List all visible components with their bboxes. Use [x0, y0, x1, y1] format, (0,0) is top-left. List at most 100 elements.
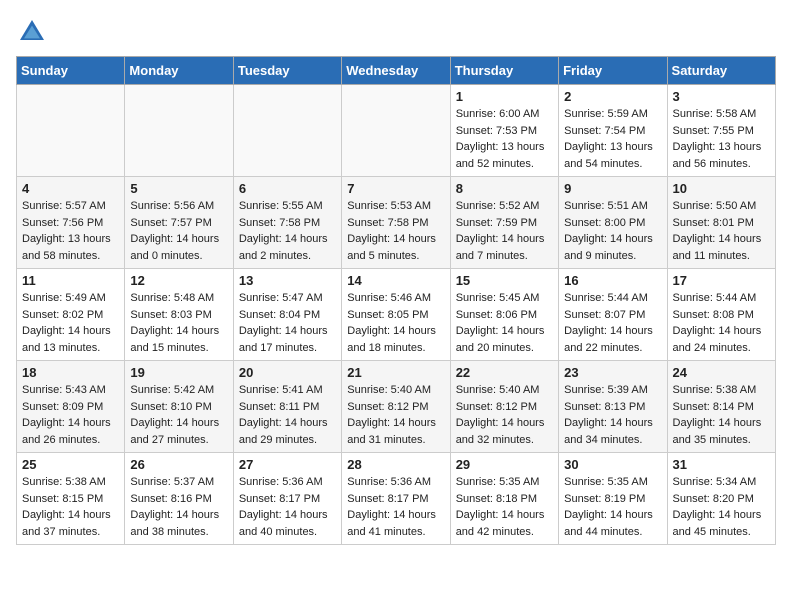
- week-row: 1 Sunrise: 6:00 AM Sunset: 7:53 PM Daylig…: [17, 85, 776, 177]
- day-number: 17: [673, 273, 770, 288]
- day-cell: 1 Sunrise: 6:00 AM Sunset: 7:53 PM Daylig…: [450, 85, 558, 177]
- day-number: 3: [673, 89, 770, 104]
- day-number: 18: [22, 365, 119, 380]
- day-info: Sunrise: 5:59 AM Sunset: 7:54 PM Dayligh…: [564, 106, 661, 172]
- day-info: Sunrise: 5:38 AM Sunset: 8:15 PM Dayligh…: [22, 474, 119, 540]
- day-cell: 21Sunrise: 5:40 AM Sunset: 8:12 PM Dayli…: [342, 361, 450, 453]
- day-number: 12: [130, 273, 227, 288]
- day-number: 8: [456, 181, 553, 196]
- day-cell: 12 Sunrise: 5:48 AM Sunset: 8:03 PM Dayli…: [125, 269, 233, 361]
- day-number: 5: [130, 181, 227, 196]
- day-cell: [125, 85, 233, 177]
- day-number: 28: [347, 457, 444, 472]
- col-header-tuesday: Tuesday: [233, 57, 341, 85]
- day-number: 30: [564, 457, 661, 472]
- calendar-table: SundayMondayTuesdayWednesdayThursdayFrid…: [16, 56, 776, 545]
- day-number: 7: [347, 181, 444, 196]
- day-info: Sunrise: 5:36 AM Sunset: 8:17 PM Dayligh…: [347, 474, 444, 540]
- day-info: Sunrise: 5:35 AM Sunset: 8:18 PM Dayligh…: [456, 474, 553, 540]
- week-row: 4 Sunrise: 5:57 AM Sunset: 7:56 PM Daylig…: [17, 177, 776, 269]
- day-cell: 26 Sunrise: 5:37 AM Sunset: 8:16 PM Dayli…: [125, 453, 233, 545]
- col-header-friday: Friday: [559, 57, 667, 85]
- day-info: Sunrise: 5:58 AM Sunset: 7:55 PM Dayligh…: [673, 106, 770, 172]
- day-number: 9: [564, 181, 661, 196]
- day-cell: 6 Sunrise: 5:55 AM Sunset: 7:58 PM Daylig…: [233, 177, 341, 269]
- col-header-thursday: Thursday: [450, 57, 558, 85]
- day-info: Sunrise: 5:48 AM Sunset: 8:03 PM Dayligh…: [130, 290, 227, 356]
- day-info: Sunrise: 5:37 AM Sunset: 8:16 PM Dayligh…: [130, 474, 227, 540]
- day-info: Sunrise: 5:43 AM Sunset: 8:09 PM Dayligh…: [22, 382, 119, 448]
- day-info: Sunrise: 5:47 AM Sunset: 8:04 PM Dayligh…: [239, 290, 336, 356]
- col-header-saturday: Saturday: [667, 57, 775, 85]
- day-cell: 2Sunrise: 5:59 AM Sunset: 7:54 PM Daylig…: [559, 85, 667, 177]
- day-cell: 14 Sunrise: 5:46 AM Sunset: 8:05 PM Dayli…: [342, 269, 450, 361]
- week-row: 25 Sunrise: 5:38 AM Sunset: 8:15 PM Dayli…: [17, 453, 776, 545]
- day-number: 22: [456, 365, 553, 380]
- day-info: Sunrise: 5:44 AM Sunset: 8:07 PM Dayligh…: [564, 290, 661, 356]
- day-cell: 18 Sunrise: 5:43 AM Sunset: 8:09 PM Dayli…: [17, 361, 125, 453]
- day-cell: 10Sunrise: 5:50 AM Sunset: 8:01 PM Dayli…: [667, 177, 775, 269]
- day-cell: 28 Sunrise: 5:36 AM Sunset: 8:17 PM Dayli…: [342, 453, 450, 545]
- day-number: 15: [456, 273, 553, 288]
- day-number: 27: [239, 457, 336, 472]
- day-info: Sunrise: 5:40 AM Sunset: 8:12 PM Dayligh…: [456, 382, 553, 448]
- day-info: Sunrise: 5:41 AM Sunset: 8:11 PM Dayligh…: [239, 382, 336, 448]
- col-header-wednesday: Wednesday: [342, 57, 450, 85]
- day-cell: 31Sunrise: 5:34 AM Sunset: 8:20 PM Dayli…: [667, 453, 775, 545]
- week-row: 11 Sunrise: 5:49 AM Sunset: 8:02 PM Dayli…: [17, 269, 776, 361]
- day-info: Sunrise: 5:53 AM Sunset: 7:58 PM Dayligh…: [347, 198, 444, 264]
- day-number: 4: [22, 181, 119, 196]
- day-info: Sunrise: 5:57 AM Sunset: 7:56 PM Dayligh…: [22, 198, 119, 264]
- day-cell: 25 Sunrise: 5:38 AM Sunset: 8:15 PM Dayli…: [17, 453, 125, 545]
- day-cell: 7 Sunrise: 5:53 AM Sunset: 7:58 PM Daylig…: [342, 177, 450, 269]
- day-cell: 13 Sunrise: 5:47 AM Sunset: 8:04 PM Dayli…: [233, 269, 341, 361]
- day-info: Sunrise: 5:49 AM Sunset: 8:02 PM Dayligh…: [22, 290, 119, 356]
- day-cell: 24 Sunrise: 5:38 AM Sunset: 8:14 PM Dayli…: [667, 361, 775, 453]
- day-number: 1: [456, 89, 553, 104]
- day-info: Sunrise: 5:52 AM Sunset: 7:59 PM Dayligh…: [456, 198, 553, 264]
- day-cell: 23Sunrise: 5:39 AM Sunset: 8:13 PM Dayli…: [559, 361, 667, 453]
- day-number: 13: [239, 273, 336, 288]
- day-cell: [342, 85, 450, 177]
- day-info: Sunrise: 5:39 AM Sunset: 8:13 PM Dayligh…: [564, 382, 661, 448]
- day-cell: 3 Sunrise: 5:58 AM Sunset: 7:55 PM Daylig…: [667, 85, 775, 177]
- day-number: 14: [347, 273, 444, 288]
- day-cell: 19Sunrise: 5:42 AM Sunset: 8:10 PM Dayli…: [125, 361, 233, 453]
- day-info: Sunrise: 5:36 AM Sunset: 8:17 PM Dayligh…: [239, 474, 336, 540]
- day-cell: 29Sunrise: 5:35 AM Sunset: 8:18 PM Dayli…: [450, 453, 558, 545]
- day-cell: 5 Sunrise: 5:56 AM Sunset: 7:57 PM Daylig…: [125, 177, 233, 269]
- day-cell: 30 Sunrise: 5:35 AM Sunset: 8:19 PM Dayli…: [559, 453, 667, 545]
- logo: [16, 16, 52, 48]
- day-info: Sunrise: 5:35 AM Sunset: 8:19 PM Dayligh…: [564, 474, 661, 540]
- day-info: Sunrise: 5:56 AM Sunset: 7:57 PM Dayligh…: [130, 198, 227, 264]
- day-cell: 8 Sunrise: 5:52 AM Sunset: 7:59 PM Daylig…: [450, 177, 558, 269]
- day-number: 11: [22, 273, 119, 288]
- day-info: Sunrise: 5:51 AM Sunset: 8:00 PM Dayligh…: [564, 198, 661, 264]
- day-info: Sunrise: 6:00 AM Sunset: 7:53 PM Dayligh…: [456, 106, 553, 172]
- header-row: SundayMondayTuesdayWednesdayThursdayFrid…: [17, 57, 776, 85]
- col-header-monday: Monday: [125, 57, 233, 85]
- day-cell: 9 Sunrise: 5:51 AM Sunset: 8:00 PM Daylig…: [559, 177, 667, 269]
- day-info: Sunrise: 5:45 AM Sunset: 8:06 PM Dayligh…: [456, 290, 553, 356]
- day-info: Sunrise: 5:42 AM Sunset: 8:10 PM Dayligh…: [130, 382, 227, 448]
- day-number: 26: [130, 457, 227, 472]
- day-info: Sunrise: 5:38 AM Sunset: 8:14 PM Dayligh…: [673, 382, 770, 448]
- page-header: [16, 16, 776, 48]
- week-row: 18 Sunrise: 5:43 AM Sunset: 8:09 PM Dayli…: [17, 361, 776, 453]
- day-number: 25: [22, 457, 119, 472]
- day-number: 16: [564, 273, 661, 288]
- day-cell: 15 Sunrise: 5:45 AM Sunset: 8:06 PM Dayli…: [450, 269, 558, 361]
- day-number: 10: [673, 181, 770, 196]
- day-info: Sunrise: 5:55 AM Sunset: 7:58 PM Dayligh…: [239, 198, 336, 264]
- day-cell: 16 Sunrise: 5:44 AM Sunset: 8:07 PM Dayli…: [559, 269, 667, 361]
- day-number: 24: [673, 365, 770, 380]
- day-cell: [17, 85, 125, 177]
- day-cell: 20 Sunrise: 5:41 AM Sunset: 8:11 PM Dayli…: [233, 361, 341, 453]
- day-number: 20: [239, 365, 336, 380]
- day-number: 6: [239, 181, 336, 196]
- day-cell: 4 Sunrise: 5:57 AM Sunset: 7:56 PM Daylig…: [17, 177, 125, 269]
- col-header-sunday: Sunday: [17, 57, 125, 85]
- day-cell: 27 Sunrise: 5:36 AM Sunset: 8:17 PM Dayli…: [233, 453, 341, 545]
- day-cell: 17Sunrise: 5:44 AM Sunset: 8:08 PM Dayli…: [667, 269, 775, 361]
- day-info: Sunrise: 5:46 AM Sunset: 8:05 PM Dayligh…: [347, 290, 444, 356]
